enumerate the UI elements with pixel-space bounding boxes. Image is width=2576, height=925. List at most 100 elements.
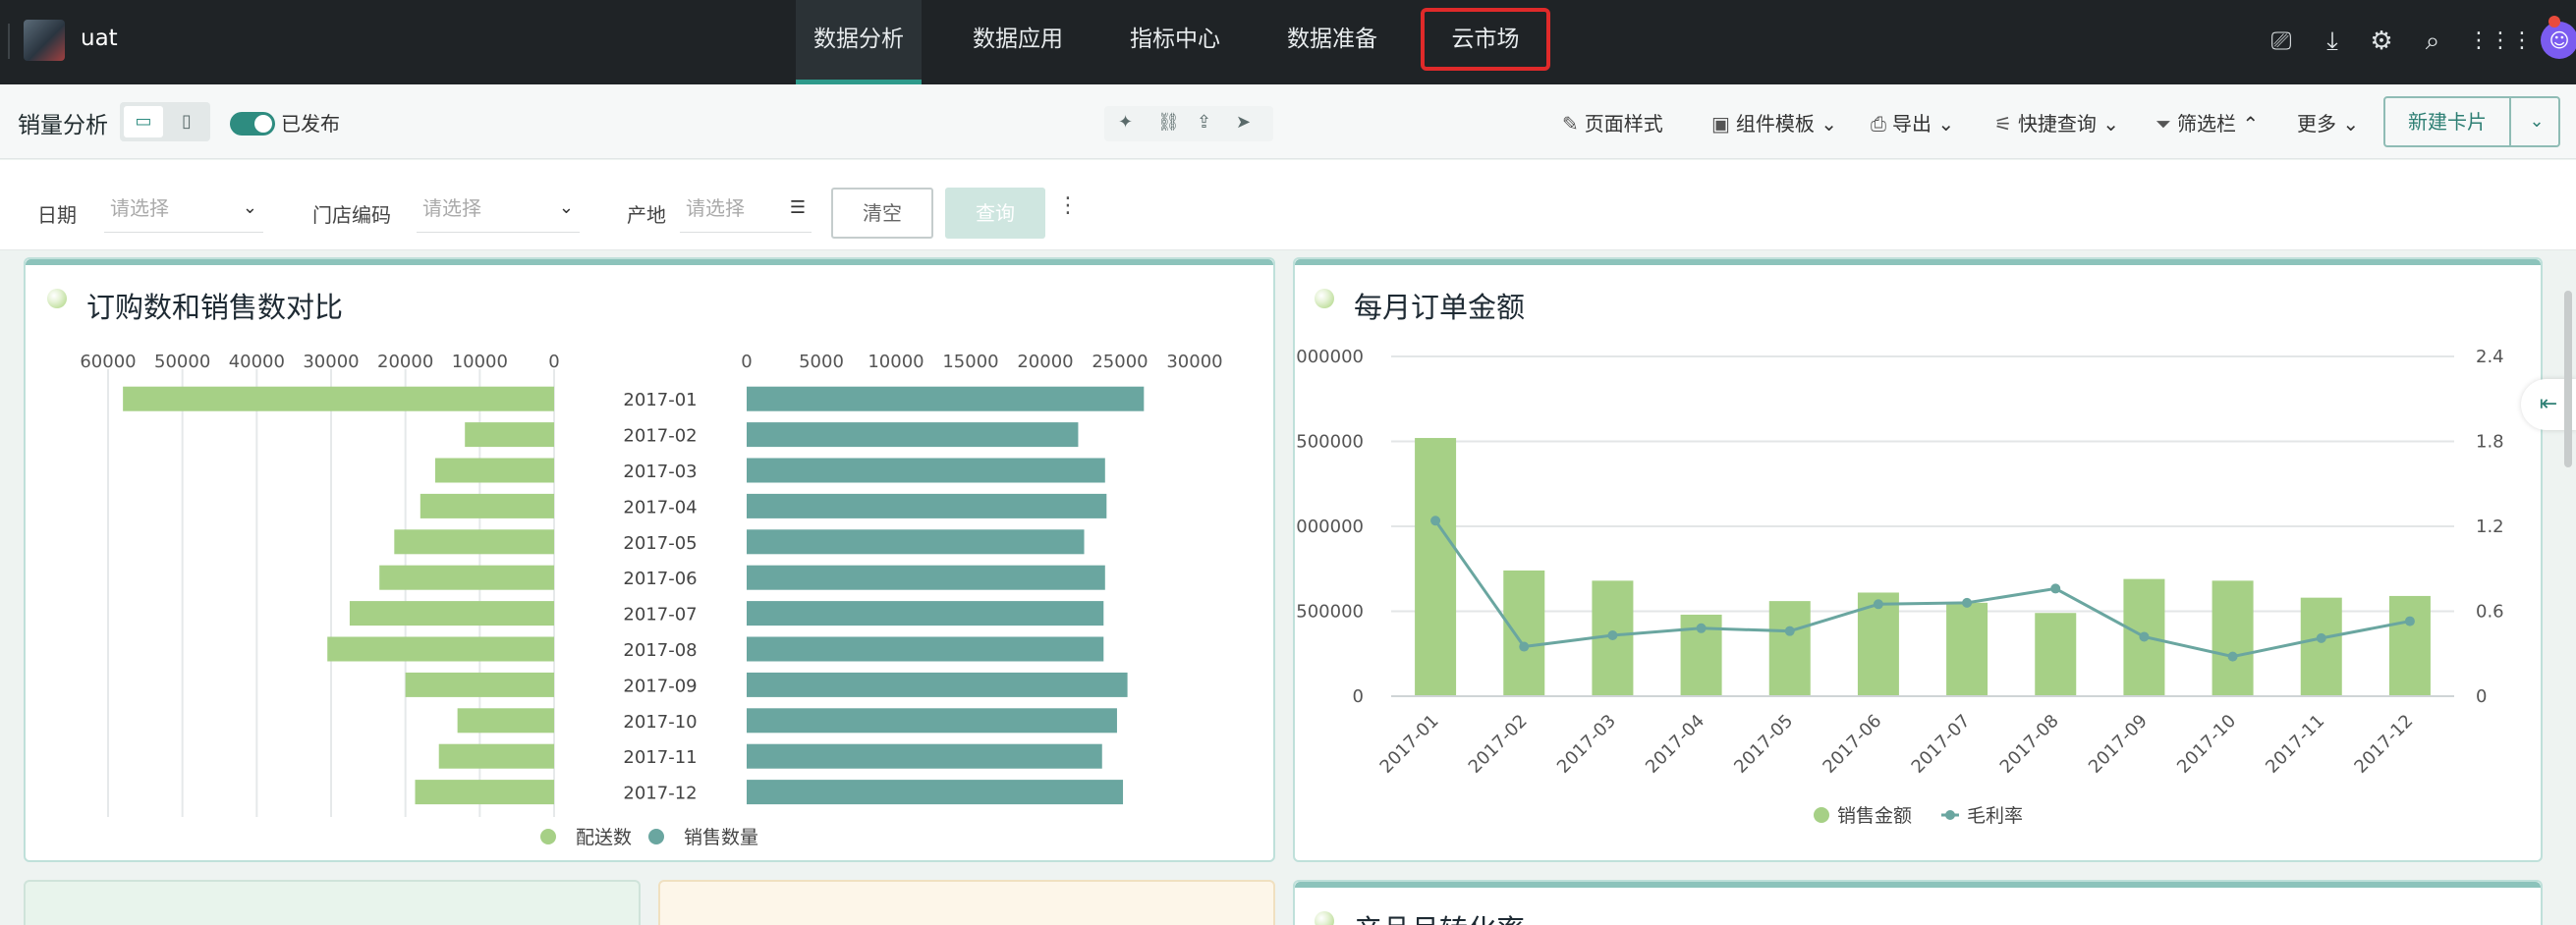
scrollbar[interactable]	[2564, 291, 2572, 467]
chevron-down-icon[interactable]: ⌄	[2515, 98, 2558, 145]
x-tick-label: 30000	[1166, 352, 1222, 372]
chevron-down-icon: ⌄	[2102, 112, 2120, 136]
device-toggle: ▭ ▯	[120, 102, 210, 141]
grid-icon[interactable]: ⋮⋮⋮	[2468, 26, 2533, 57]
bar-delivery	[349, 601, 554, 626]
x-tick-label: 2017-01	[1376, 711, 1443, 778]
point-gross-margin	[2139, 631, 2150, 642]
x-tick-label: 30000	[303, 352, 359, 372]
x-tick-label: 2017-02	[1465, 711, 1532, 778]
point-gross-margin	[1430, 516, 1441, 526]
divider	[8, 24, 10, 59]
bar-delivery	[405, 672, 554, 697]
category-label: 2017-03	[623, 462, 697, 482]
x-tick-label: 2017-04	[1642, 711, 1708, 778]
monthly-order-amount-chart: 0 500000 1000000 1500000 2000000 0 0.6 1.2 1.8 2.…	[1295, 347, 2504, 827]
app-logo[interactable]	[24, 20, 65, 61]
nav-item-data-prep[interactable]: 数据准备	[1269, 0, 1395, 84]
x-tick-label: 50000	[154, 352, 210, 372]
template-icon: ▣	[1711, 112, 1730, 136]
point-gross-margin	[1696, 623, 1707, 633]
x-tick-label: 2017-12	[2350, 711, 2417, 778]
legend-label: 销售金额	[1837, 805, 1912, 827]
quick-query-label: 快捷查询	[2017, 112, 2097, 136]
card-bottom-1	[24, 880, 641, 925]
bar-sales-qty	[747, 386, 1145, 411]
page-style-label: 页面样式	[1584, 112, 1663, 136]
y2-tick-label: 0	[2476, 686, 2487, 707]
bar-sales-amount	[2300, 597, 2342, 696]
bar-delivery	[415, 780, 554, 805]
page-style-button[interactable]: ✎ 页面样式	[1562, 108, 1663, 136]
bar-sales-amount	[2388, 595, 2431, 696]
bar-sales-qty	[747, 601, 1104, 626]
category-label: 2017-09	[623, 676, 697, 696]
more-button[interactable]: 更多 ⌄	[2297, 108, 2359, 136]
pin-icon[interactable]: ✦	[1118, 112, 1133, 133]
export-button[interactable]: ⎙ 导出 ⌄	[1871, 108, 1954, 136]
bar-delivery	[420, 493, 554, 518]
x-tick-label: 0	[548, 352, 559, 372]
bar-sales-amount	[1946, 602, 1988, 696]
query-button[interactable]: 查询	[945, 188, 1045, 239]
store-code-select[interactable]: 请选择 ⌄	[417, 184, 580, 233]
quick-query-button[interactable]: ⚟ 快捷查询 ⌄	[1994, 108, 2119, 136]
bar-sales-amount	[1415, 438, 1457, 696]
x-tick-label: 2017-11	[2262, 711, 2328, 778]
category-label: 2017-10	[623, 712, 697, 733]
download-icon[interactable]: ⤓	[2317, 26, 2348, 57]
point-gross-margin	[1962, 597, 1973, 608]
component-template-button[interactable]: ▣ 组件模板 ⌄	[1711, 108, 1837, 136]
list-check-icon: ☰	[789, 197, 806, 218]
bar-delivery	[379, 565, 554, 590]
link-icon[interactable]: ⛓	[1157, 112, 1180, 133]
card-accent-bar	[26, 259, 1273, 265]
bar-sales-amount	[2212, 580, 2254, 696]
x-tick-label: 15000	[942, 352, 998, 372]
card-accent-bar	[1295, 259, 2541, 265]
bar-delivery	[394, 529, 554, 555]
card-bottom-2	[658, 880, 1275, 925]
gear-icon[interactable]: ⚙	[2366, 26, 2397, 57]
filter-bar-button[interactable]: ⏷ 筛选栏 ⌃	[2156, 108, 2259, 136]
y2-tick-label: 1.8	[2476, 432, 2504, 453]
share-icon[interactable]: ⇪	[1197, 112, 1211, 133]
x-tick-label: 2017-08	[1996, 711, 2063, 778]
export-icon: ⎙	[1871, 112, 1886, 136]
screen-icon[interactable]: ⎚	[2266, 26, 2297, 57]
date-select[interactable]: 请选择 ⌄	[104, 184, 263, 233]
y-tick-label: 1500000	[1295, 432, 1364, 453]
x-tick-label: 20000	[377, 352, 433, 372]
send-icon[interactable]: ➤	[1236, 112, 1251, 133]
mobile-icon[interactable]: ▯	[167, 106, 206, 137]
bar-sales-qty	[747, 458, 1105, 483]
filter-bar-label: 筛选栏	[2177, 112, 2236, 136]
clear-button[interactable]: 清空	[831, 188, 933, 239]
new-card-button[interactable]: 新建卡片	[2385, 98, 2511, 145]
x-tick-label: 25000	[1092, 352, 1148, 372]
x-tick-label: 2017-10	[2173, 711, 2240, 778]
card-product-conversion: 产品月转化率	[1293, 880, 2543, 925]
nav-item-metric-center[interactable]: 指标中心	[1112, 0, 1238, 84]
chevron-down-icon: ⌄	[2342, 112, 2360, 136]
bar-sales-qty	[747, 422, 1079, 448]
publish-toggle[interactable]	[230, 112, 275, 136]
legend-label: 销售数量	[684, 827, 758, 848]
search-icon[interactable]: ⌕	[2417, 26, 2448, 57]
point-gross-margin	[1784, 626, 1795, 636]
nav-item-data-analysis[interactable]: 数据分析	[796, 0, 922, 84]
card-dot-icon	[47, 289, 67, 308]
origin-select[interactable]: 请选择 ☰	[680, 184, 812, 233]
x-tick-label: 40000	[229, 352, 285, 372]
card-title: 每月订单金额	[1354, 291, 1526, 324]
date-label: 日期	[37, 203, 77, 227]
bar-delivery	[465, 422, 554, 448]
y-tick-label: 0	[1353, 686, 1364, 707]
app-name[interactable]: uat	[81, 26, 118, 51]
more-vertical-icon[interactable]: ⋮	[1057, 193, 1079, 218]
bar-delivery	[434, 458, 554, 483]
avatar[interactable]: ☺	[2541, 22, 2576, 59]
bar-sales-qty	[747, 493, 1107, 518]
desktop-icon[interactable]: ▭	[124, 106, 163, 137]
nav-item-data-apps[interactable]: 数据应用	[955, 0, 1081, 84]
